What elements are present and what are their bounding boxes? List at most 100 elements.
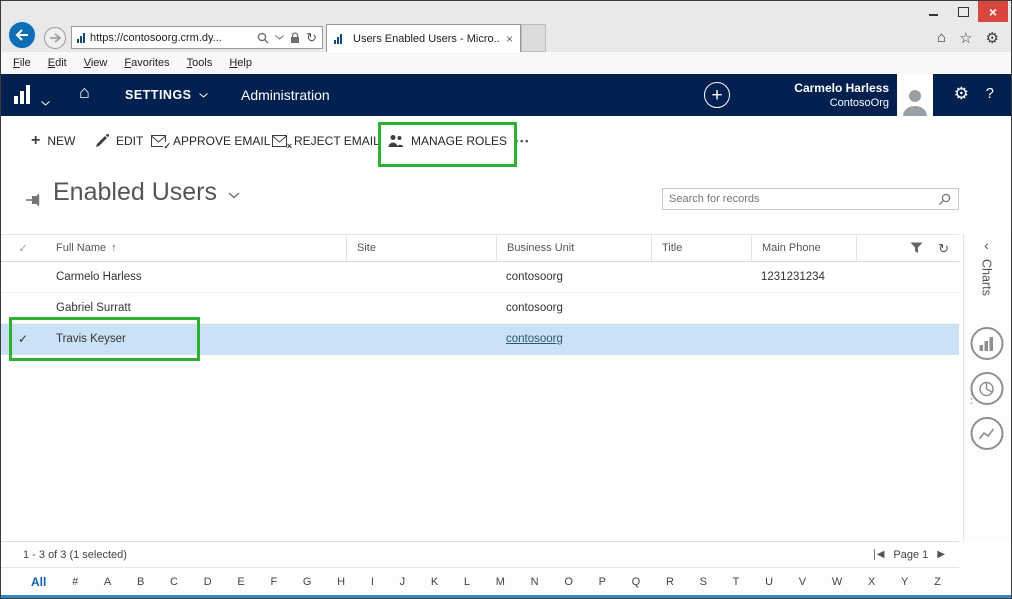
alphabet-letter-Z[interactable]: Z xyxy=(934,576,941,588)
alphabet-letter-I[interactable]: I xyxy=(371,576,374,588)
alphabet-letter-A[interactable]: A xyxy=(104,576,111,588)
column-header-business-unit[interactable]: Business Unit xyxy=(496,235,651,261)
pie-chart-icon[interactable] xyxy=(970,372,1003,405)
alphabet-letter-V[interactable]: V xyxy=(799,576,806,588)
browser-tab[interactable]: Users Enabled Users - Micro... × xyxy=(326,24,521,52)
search-magnifier-icon[interactable] xyxy=(938,193,951,206)
line-chart-icon[interactable] xyxy=(970,417,1003,450)
alphabet-letter-N[interactable]: N xyxy=(531,576,539,588)
grid-refresh-icon[interactable]: ↻ xyxy=(938,242,949,255)
search-input[interactable] xyxy=(663,193,938,205)
cell-full-name[interactable]: Carmelo Harless xyxy=(45,262,346,292)
grid-row[interactable]: Gabriel Surratt contosoorg xyxy=(1,293,959,324)
cell-business-unit[interactable]: contosoorg xyxy=(496,262,651,292)
alphabet-letter-X[interactable]: X xyxy=(868,576,875,588)
home-icon[interactable]: ⌂ xyxy=(937,29,946,46)
maximize-button[interactable] xyxy=(948,1,978,22)
alphabet-letter-J[interactable]: J xyxy=(400,576,406,588)
close-button[interactable]: × xyxy=(978,1,1008,22)
settings-gear-icon[interactable]: ⚙ xyxy=(954,85,969,102)
tools-gear-icon[interactable]: ⚙ xyxy=(986,29,999,47)
alphabet-letter-Q[interactable]: Q xyxy=(632,576,641,588)
alphabet-letter-#[interactable]: # xyxy=(72,576,78,588)
column-header-title[interactable]: Title xyxy=(651,235,751,261)
logo-chevron-icon[interactable] xyxy=(41,93,50,111)
nav-settings[interactable]: SETTINGS xyxy=(125,88,208,102)
user-info[interactable]: Carmelo Harless ContosoOrg xyxy=(794,80,889,111)
browser-navigation-bar: https://contosoorg.crm.dy... ↻ Users Ena… xyxy=(1,23,1011,52)
alphabet-letter-T[interactable]: T xyxy=(733,576,740,588)
select-all-checkbox[interactable]: ✓ xyxy=(1,235,45,261)
alphabet-letter-D[interactable]: D xyxy=(204,576,212,588)
pin-icon[interactable] xyxy=(25,193,43,207)
quick-create-button[interactable]: + xyxy=(704,82,730,108)
alphabet-letter-B[interactable]: B xyxy=(137,576,144,588)
cell-business-unit[interactable]: contosoorg xyxy=(496,324,651,354)
new-button[interactable]: + NEW xyxy=(31,116,75,166)
nav-home-icon[interactable]: ⌂ xyxy=(79,83,90,101)
alphabet-letter-Y[interactable]: Y xyxy=(901,576,908,588)
help-icon[interactable]: ? xyxy=(986,86,994,101)
grid-row[interactable]: ✓Travis Keyser contosoorg xyxy=(1,324,959,355)
alphabet-letter-R[interactable]: R xyxy=(666,576,674,588)
row-checkbox[interactable] xyxy=(1,262,45,292)
alphabet-letter-W[interactable]: W xyxy=(832,576,842,588)
alphabet-letter-S[interactable]: S xyxy=(700,576,707,588)
nav-breadcrumb-administration[interactable]: Administration xyxy=(241,87,330,103)
new-tab-button[interactable] xyxy=(521,24,546,52)
alphabet-letter-G[interactable]: G xyxy=(303,576,312,588)
alphabet-letter-C[interactable]: C xyxy=(170,576,178,588)
menu-favorites[interactable]: Favorites xyxy=(124,57,169,69)
alphabet-letter-F[interactable]: F xyxy=(270,576,277,588)
address-bar[interactable]: https://contosoorg.crm.dy... ↻ xyxy=(71,26,323,49)
titlebar[interactable]: × xyxy=(1,1,1011,24)
forward-button[interactable] xyxy=(44,27,66,49)
alphabet-letter-M[interactable]: M xyxy=(496,576,505,588)
alphabet-letter-P[interactable]: P xyxy=(599,576,606,588)
menu-view[interactable]: View xyxy=(84,57,108,69)
bar-chart-icon[interactable] xyxy=(970,327,1003,360)
alphabet-letter-O[interactable]: O xyxy=(564,576,573,588)
avatar[interactable] xyxy=(897,74,933,116)
menu-edit[interactable]: Edit xyxy=(48,57,67,69)
cell-full-name[interactable]: Travis Keyser xyxy=(45,324,346,354)
chevron-down-icon[interactable] xyxy=(275,35,284,40)
first-page-button[interactable]: ◀ xyxy=(874,549,885,560)
filter-icon[interactable] xyxy=(910,242,923,254)
tab-close-icon[interactable]: × xyxy=(506,32,513,46)
url-text[interactable]: https://contosoorg.crm.dy... xyxy=(90,32,257,44)
column-header-main-phone[interactable]: Main Phone xyxy=(751,235,856,261)
approve-email-button[interactable]: ✓ APPROVE EMAIL xyxy=(151,116,270,166)
manage-roles-button[interactable]: MANAGE ROLES xyxy=(388,116,507,166)
menu-tools[interactable]: Tools xyxy=(187,57,213,69)
more-commands-button[interactable]: ••• xyxy=(515,116,530,166)
view-chevron-icon[interactable] xyxy=(228,192,240,199)
cell-full-name[interactable]: Gabriel Surratt xyxy=(45,293,346,323)
cell-business-unit[interactable]: contosoorg xyxy=(496,293,651,323)
alphabet-letter-L[interactable]: L xyxy=(464,576,470,588)
view-selector[interactable]: Enabled Users xyxy=(53,178,240,207)
row-checkbox[interactable] xyxy=(1,293,45,323)
alphabet-letter-E[interactable]: E xyxy=(237,576,244,588)
back-button[interactable] xyxy=(7,20,37,50)
column-header-site[interactable]: Site xyxy=(346,235,496,261)
search-icon[interactable] xyxy=(257,32,269,44)
menu-file[interactable]: File xyxy=(13,57,31,69)
alphabet-letter-U[interactable]: U xyxy=(765,576,773,588)
menu-help[interactable]: Help xyxy=(229,57,252,69)
row-checkbox[interactable]: ✓ xyxy=(1,324,45,354)
alphabet-all[interactable]: All xyxy=(31,575,46,589)
rail-collapse-icon[interactable]: ‹ xyxy=(984,237,989,253)
grid-row[interactable]: Carmelo Harlesscontosoorg1231231234 xyxy=(1,262,959,293)
column-header-full-name[interactable]: Full Name ↑ xyxy=(45,235,346,261)
favorites-star-icon[interactable]: ☆ xyxy=(959,29,972,47)
dynamics-logo-icon[interactable] xyxy=(14,85,30,104)
alphabet-letter-H[interactable]: H xyxy=(337,576,345,588)
minimize-button[interactable] xyxy=(918,1,948,22)
reject-email-button[interactable]: × REJECT EMAIL xyxy=(272,116,380,166)
charts-rail-label[interactable]: Charts xyxy=(980,259,994,296)
refresh-icon[interactable]: ↻ xyxy=(306,31,317,44)
alphabet-letter-K[interactable]: K xyxy=(431,576,438,588)
edit-button[interactable]: EDIT xyxy=(95,116,143,166)
next-page-button[interactable]: ▶ xyxy=(937,549,945,560)
